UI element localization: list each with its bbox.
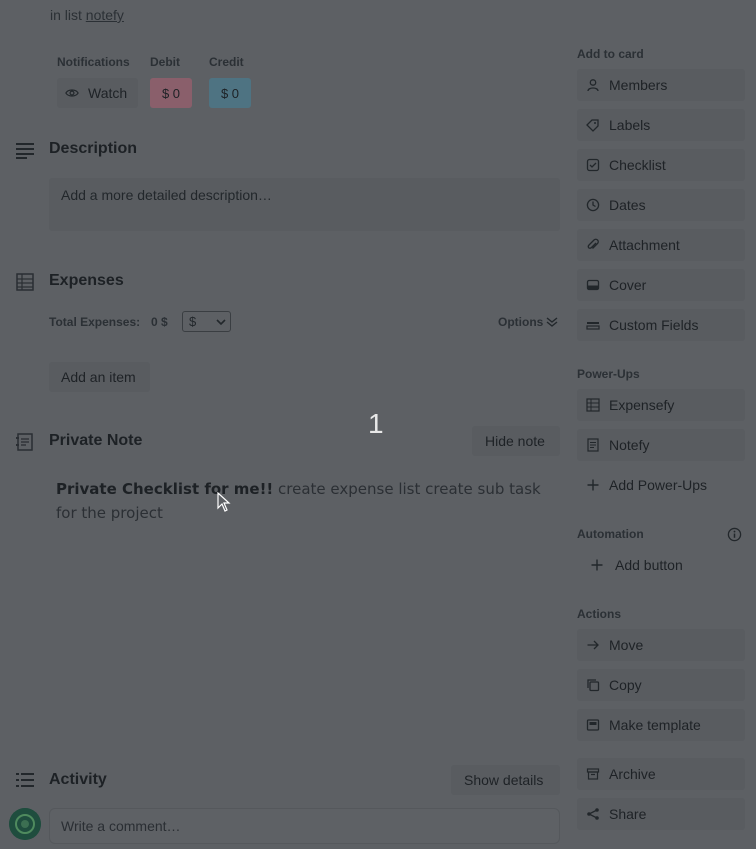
double-chevron-icon (546, 316, 558, 328)
hide-note-button[interactable]: Hide note (472, 426, 560, 456)
description-icon (15, 140, 35, 165)
add-item-button[interactable]: Add an item (49, 362, 150, 392)
archive-label: Archive (609, 766, 656, 782)
mouse-cursor-icon (217, 491, 231, 517)
activity-icon (15, 770, 35, 795)
move-label: Move (609, 637, 644, 653)
description-input[interactable]: Add a more detailed description… (49, 178, 560, 231)
comment-input[interactable]: Write a comment… (49, 808, 560, 844)
share-label: Share (609, 806, 647, 822)
copy-icon (585, 677, 601, 693)
expensefy-label: Expensefy (609, 397, 675, 413)
plus-icon (585, 478, 601, 492)
paperclip-icon (585, 237, 601, 253)
show-details-button[interactable]: Show details (451, 765, 560, 795)
in-list-text: in list notefy (50, 7, 124, 23)
archive-icon (585, 766, 601, 782)
move-button[interactable]: Move (577, 629, 745, 661)
description-title: Description (49, 140, 138, 157)
labels-button[interactable]: Labels (577, 109, 745, 141)
step-number: 1 (368, 408, 384, 439)
private-note-title: Private Note (49, 432, 143, 449)
add-powerups-button[interactable]: Add Power-Ups (577, 469, 745, 501)
checklist-button[interactable]: Checklist (577, 149, 745, 181)
dates-button[interactable]: Dates (577, 189, 745, 221)
notefy-label: Notefy (609, 437, 650, 453)
attachment-button[interactable]: Attachment (577, 229, 745, 261)
credit-label: Credit (209, 55, 244, 69)
note-icon (15, 432, 35, 457)
copy-label: Copy (609, 677, 642, 693)
share-icon (585, 806, 601, 822)
expenses-title: Expenses (49, 272, 124, 289)
options-button[interactable]: Options (498, 315, 558, 329)
expensefy-icon (585, 397, 601, 413)
archive-button[interactable]: Archive (577, 758, 745, 790)
notefy-icon (585, 437, 601, 453)
arrow-right-icon (585, 637, 601, 653)
total-expenses-value: 0 $ (151, 315, 168, 329)
attachment-label: Attachment (609, 237, 680, 253)
add-button-button[interactable]: Add button (581, 549, 745, 581)
cover-button[interactable]: Cover (577, 269, 745, 301)
total-expenses-label: Total Expenses: (49, 315, 141, 329)
plus-icon (589, 558, 605, 572)
members-button[interactable]: Members (577, 69, 745, 101)
expensefy-button[interactable]: Expensefy (577, 389, 745, 421)
note-bold-text: Private Checklist for me!! (56, 480, 274, 498)
debit-badge[interactable]: $ 0 (150, 78, 192, 108)
credit-badge[interactable]: $ 0 (209, 78, 251, 108)
custom-fields-label: Custom Fields (609, 317, 699, 333)
cover-icon (585, 277, 601, 293)
copy-button[interactable]: Copy (577, 669, 745, 701)
share-button[interactable]: Share (577, 798, 745, 830)
custom-fields-icon (585, 317, 601, 333)
debit-label: Debit (150, 55, 180, 69)
notifications-label: Notifications (57, 55, 130, 69)
checkbox-icon (585, 157, 601, 173)
labels-label: Labels (609, 117, 651, 133)
add-to-card-label: Add to card (577, 47, 644, 61)
person-icon (585, 77, 601, 93)
cover-label: Cover (609, 277, 647, 293)
notefy-button[interactable]: Notefy (577, 429, 745, 461)
template-icon (585, 717, 601, 733)
powerups-label: Power-Ups (577, 367, 640, 381)
automation-label: Automation (577, 527, 644, 541)
currency-select[interactable]: $ (182, 311, 231, 332)
dates-label: Dates (609, 197, 646, 213)
add-powerups-label: Add Power-Ups (609, 477, 708, 493)
list-link[interactable]: notefy (86, 7, 124, 23)
custom-fields-button[interactable]: Custom Fields (577, 309, 745, 341)
eye-icon (65, 86, 79, 100)
tag-icon (585, 117, 601, 133)
watch-button[interactable]: Watch (57, 78, 138, 108)
chevron-down-icon (216, 317, 226, 327)
watch-label: Watch (88, 85, 128, 101)
activity-title: Activity (49, 771, 107, 788)
expenses-icon (15, 272, 35, 297)
add-item-label: Add an item (61, 369, 136, 385)
clock-icon (585, 197, 601, 213)
make-template-label: Make template (609, 717, 701, 733)
hide-note-label: Hide note (485, 433, 545, 449)
checklist-label: Checklist (609, 157, 666, 173)
make-template-button[interactable]: Make template (577, 709, 745, 741)
in-list-prefix: in list (50, 7, 82, 23)
actions-label: Actions (577, 607, 622, 621)
options-label: Options (498, 315, 544, 329)
members-label: Members (609, 77, 668, 93)
avatar[interactable] (9, 808, 41, 840)
currency-value: $ (189, 314, 197, 329)
add-button-label: Add button (615, 557, 683, 573)
private-note-text: Private Checklist for me!! create expens… (56, 477, 556, 525)
show-details-label: Show details (464, 772, 544, 788)
info-icon[interactable] (727, 527, 742, 547)
